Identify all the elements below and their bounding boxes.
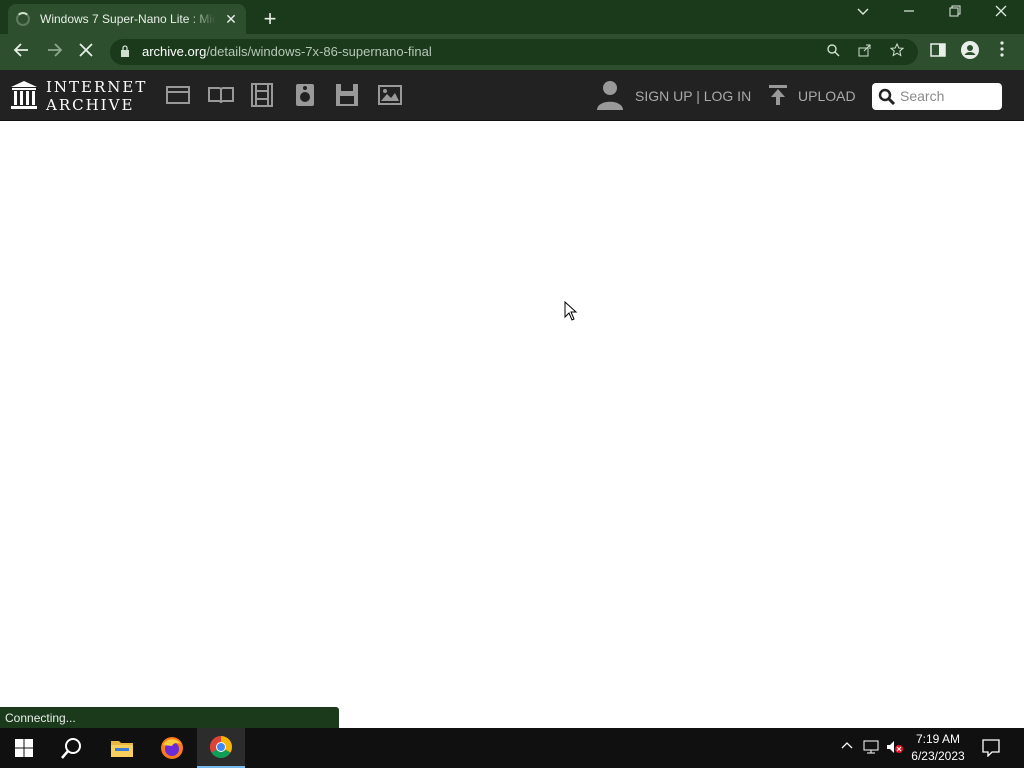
video-icon[interactable] xyxy=(250,83,276,107)
texts-icon[interactable] xyxy=(208,83,234,107)
browser-titlebar: Windows 7 Super-Nano Lite : Microsoft ✕ … xyxy=(0,0,1024,34)
windows-logo-icon xyxy=(15,739,33,757)
restore-button[interactable] xyxy=(940,4,970,21)
bookmark-star-icon[interactable] xyxy=(888,42,906,61)
side-panel-icon[interactable] xyxy=(926,40,950,64)
user-icon[interactable] xyxy=(596,79,624,111)
url-text: archive.org/details/windows-7x-86-supern… xyxy=(142,44,432,59)
taskbar-clock-date[interactable]: 6/23/2023 xyxy=(906,749,970,763)
signup-login-link[interactable]: SIGN UP | LOG IN xyxy=(635,88,751,104)
close-window-button[interactable] xyxy=(986,4,1016,21)
status-bubble: Connecting... xyxy=(0,707,339,728)
search-tabs-icon[interactable] xyxy=(824,43,842,61)
back-button[interactable] xyxy=(10,40,34,64)
ia-search-input[interactable] xyxy=(900,87,996,105)
network-icon[interactable] xyxy=(862,740,880,757)
file-explorer-icon xyxy=(111,741,133,757)
taskbar-search-button[interactable] xyxy=(48,728,96,768)
share-icon[interactable] xyxy=(856,43,874,61)
tab-search-chevron-icon[interactable] xyxy=(848,4,878,21)
ia-logo-line1[interactable]: INTERNET xyxy=(46,78,147,96)
file-explorer-button[interactable] xyxy=(98,728,146,768)
tab-title: Windows 7 Super-Nano Lite : Microsoft xyxy=(40,12,216,26)
tab-close-button[interactable]: ✕ xyxy=(224,11,238,28)
search-icon xyxy=(61,738,81,759)
action-center-icon[interactable] xyxy=(982,739,1000,760)
chrome-button[interactable] xyxy=(197,728,245,768)
minimize-button[interactable] xyxy=(894,4,924,21)
url-path: /details/windows-7x-86-supernano-final xyxy=(206,44,432,59)
volume-muted-icon[interactable] xyxy=(886,740,904,757)
stop-loading-button[interactable] xyxy=(74,40,98,64)
forward-button[interactable] xyxy=(42,40,66,64)
images-icon[interactable] xyxy=(376,83,402,107)
web-icon[interactable] xyxy=(166,83,192,107)
search-icon xyxy=(878,88,896,106)
upload-link[interactable]: UPLOAD xyxy=(798,88,856,104)
ia-logo-line2[interactable]: ARCHIVE xyxy=(46,96,134,114)
firefox-icon xyxy=(161,737,183,759)
upload-icon[interactable] xyxy=(768,84,788,106)
url-host: archive.org xyxy=(142,44,207,59)
ia-top-nav: INTERNET ARCHIVE SIGN UP | LOG IN UPLOAD xyxy=(0,70,1024,121)
profile-avatar-icon[interactable] xyxy=(958,40,982,64)
address-bar[interactable]: archive.org/details/windows-7x-86-supern… xyxy=(110,39,918,65)
audio-icon[interactable] xyxy=(292,83,318,107)
taskbar-clock-time[interactable]: 7:19 AM xyxy=(910,732,966,746)
browser-toolbar: archive.org/details/windows-7x-86-supern… xyxy=(0,34,1024,70)
firefox-button[interactable] xyxy=(148,728,196,768)
ia-logo-icon[interactable] xyxy=(10,80,38,110)
chrome-icon xyxy=(210,736,232,758)
windows-taskbar: 7:19 AM 6/23/2023 xyxy=(0,728,1024,768)
kebab-menu-icon[interactable] xyxy=(990,40,1014,64)
lock-icon[interactable] xyxy=(120,45,130,57)
browser-tab-active[interactable]: Windows 7 Super-Nano Lite : Microsoft ✕ xyxy=(8,4,246,34)
start-button[interactable] xyxy=(0,728,48,768)
new-tab-button[interactable]: + xyxy=(260,6,280,32)
software-icon[interactable] xyxy=(334,83,360,107)
loading-spinner-icon xyxy=(16,12,30,26)
tray-chevron-up-icon[interactable] xyxy=(838,740,856,755)
ia-search-box[interactable] xyxy=(872,83,1002,110)
mouse-cursor-icon xyxy=(564,301,578,321)
